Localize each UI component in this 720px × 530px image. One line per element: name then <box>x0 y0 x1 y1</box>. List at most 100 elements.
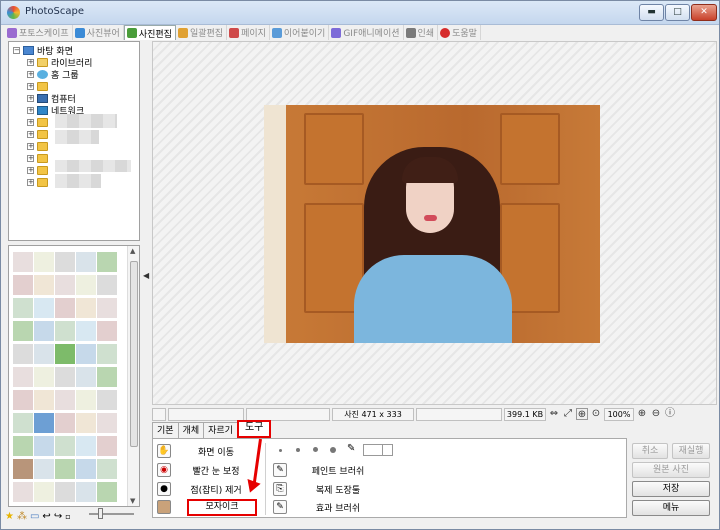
tab-photoscape[interactable]: 포토스케이프 <box>5 25 73 40</box>
tool-paint-brush[interactable]: ✎ 페인트 브러쉬 <box>273 461 389 479</box>
thumbnail-item[interactable] <box>34 413 54 433</box>
tool-red-eye[interactable]: ◉ 빨간 눈 보정 <box>157 461 261 479</box>
info-icon[interactable]: ⓘ <box>664 408 676 420</box>
thumbnail-item[interactable] <box>34 390 54 410</box>
zoom-in-icon[interactable]: ⊕ <box>636 408 648 420</box>
eyedropper-icon[interactable]: ✎ <box>347 443 355 454</box>
thumbnail-item[interactable] <box>76 367 96 387</box>
collapse-icon[interactable]: − <box>13 46 20 54</box>
tree-folder[interactable]: + <box>27 164 51 176</box>
tree-item-homegroup[interactable]: + 홈 그룹 <box>27 68 79 81</box>
tool-clone-stamp[interactable]: ⎘ 복제 도장툴 <box>273 480 389 498</box>
brush-size-4[interactable] <box>330 447 336 453</box>
forward-icon[interactable]: ↪ <box>54 511 62 522</box>
thumbnail-item[interactable] <box>55 367 75 387</box>
zoom-actual-icon[interactable]: ⊙ <box>590 408 602 420</box>
thumbnail-item[interactable] <box>97 321 117 341</box>
thumbnail-item[interactable] <box>13 298 33 318</box>
thumbnail-item[interactable] <box>13 482 33 502</box>
back-icon[interactable]: ↩ <box>42 511 50 522</box>
zoom-out-icon[interactable]: ⊖ <box>650 408 662 420</box>
thumbnail-item[interactable] <box>76 390 96 410</box>
menu-button[interactable]: 메뉴 <box>632 500 710 516</box>
thumbnail-item[interactable] <box>13 252 33 272</box>
brush-size-1[interactable] <box>279 449 282 452</box>
expand-icon[interactable]: + <box>27 70 34 78</box>
color-picker[interactable] <box>363 444 393 456</box>
thumbnail-item[interactable] <box>76 459 96 479</box>
slider-handle[interactable] <box>98 508 103 519</box>
thumbnail-size-slider[interactable] <box>89 513 134 515</box>
thumbnail-item[interactable] <box>55 252 75 272</box>
thumbnail-item[interactable] <box>34 459 54 479</box>
panel-splitter[interactable]: ◀ <box>142 41 150 507</box>
thumbnail-item[interactable] <box>76 413 96 433</box>
thumbnail-item[interactable] <box>13 344 33 364</box>
tree-item-desktop[interactable]: − 바탕 화면 <box>13 44 73 57</box>
tool-effect-brush[interactable]: ✎ 효과 브러쉬 <box>273 498 389 516</box>
multi-select-icon[interactable]: ⁂ <box>17 511 27 522</box>
tool-mosaic[interactable]: 모자이크 <box>157 498 257 516</box>
thumbnail-item[interactable] <box>55 321 75 341</box>
tool-pan[interactable]: ✋ 화면 이동 <box>157 442 261 460</box>
thumbnail-item[interactable] <box>34 482 54 502</box>
open-folder-icon[interactable]: ▭ <box>30 511 39 522</box>
redo-button[interactable]: 재실행 <box>672 443 710 459</box>
tab-viewer[interactable]: 사진뷰어 <box>73 25 124 40</box>
folder-tree[interactable]: − 바탕 화면 + 라이브러리 + 홈 그룹 + + 컴퓨터 + 네트워크 + <box>8 41 140 241</box>
tab-page[interactable]: 페이지 <box>227 25 270 40</box>
thumbnail-item[interactable] <box>97 367 117 387</box>
tab-object[interactable]: 개체 <box>177 422 205 438</box>
thumbnail-scrollbar[interactable]: ▲ ▼ <box>127 246 139 506</box>
scroll-down-icon[interactable]: ▼ <box>130 497 135 505</box>
thumbnail-item[interactable] <box>55 413 75 433</box>
thumbnail-item[interactable] <box>76 275 96 295</box>
thumbnail-item[interactable] <box>34 252 54 272</box>
tree-folder[interactable]: + <box>27 152 51 164</box>
thumbnail-item[interactable] <box>55 275 75 295</box>
thumbnail-item[interactable] <box>13 413 33 433</box>
undo-button[interactable]: 취소 <box>632 443 668 459</box>
thumbnail-item[interactable] <box>55 298 75 318</box>
tree-item-user[interactable]: + <box>27 80 51 92</box>
thumbnail-item[interactable] <box>34 367 54 387</box>
minimize-button[interactable]: ▬ <box>639 4 664 21</box>
expand-icon[interactable]: + <box>27 106 34 114</box>
thumbnail-item[interactable] <box>13 275 33 295</box>
tree-folder[interactable]: + <box>27 140 51 152</box>
tab-print[interactable]: 인쇄 <box>404 25 439 40</box>
expand-icon[interactable]: + <box>27 82 34 90</box>
brush-size-3[interactable] <box>313 447 318 452</box>
thumbnail-item[interactable] <box>76 344 96 364</box>
thumbnail-item[interactable] <box>97 413 117 433</box>
brush-size-2[interactable] <box>296 448 300 452</box>
tab-tools[interactable]: 도구 <box>236 420 272 438</box>
fit-screen-icon[interactable]: ⤢ <box>562 408 574 420</box>
tree-folder[interactable]: + <box>27 176 51 188</box>
tab-crop[interactable]: 자르기 <box>203 422 238 438</box>
zoom-fit-icon[interactable]: ⊕ <box>576 408 588 420</box>
thumbnail-item[interactable] <box>97 298 117 318</box>
tab-combine[interactable]: 이어붙이기 <box>270 25 330 40</box>
thumbnail-item[interactable] <box>76 298 96 318</box>
thumbnail-item[interactable] <box>13 390 33 410</box>
thumbnail-item[interactable] <box>13 367 33 387</box>
thumbnail-item[interactable] <box>97 252 117 272</box>
thumbnail-item[interactable] <box>97 436 117 456</box>
original-photo-button[interactable]: 원본 사진 <box>632 462 710 478</box>
thumbnail-item[interactable] <box>34 321 54 341</box>
expand-icon[interactable]: + <box>27 94 34 102</box>
thumbnail-item[interactable] <box>97 390 117 410</box>
thumbnail-item[interactable] <box>97 275 117 295</box>
thumbnail-item[interactable] <box>34 275 54 295</box>
expand-icon[interactable]: + <box>27 58 34 66</box>
collapse-left-icon[interactable]: ◀ <box>143 271 149 280</box>
tree-folder[interactable]: + <box>27 128 51 140</box>
close-button[interactable]: ✕ <box>691 4 717 21</box>
thumbnail-item[interactable] <box>97 459 117 479</box>
tab-help[interactable]: 도움말 <box>438 25 481 40</box>
tab-gif[interactable]: GIF애니메이션 <box>329 25 404 40</box>
thumbnail-item[interactable] <box>76 252 96 272</box>
scroll-thumb[interactable] <box>130 261 138 447</box>
thumbnail-item[interactable] <box>55 482 75 502</box>
